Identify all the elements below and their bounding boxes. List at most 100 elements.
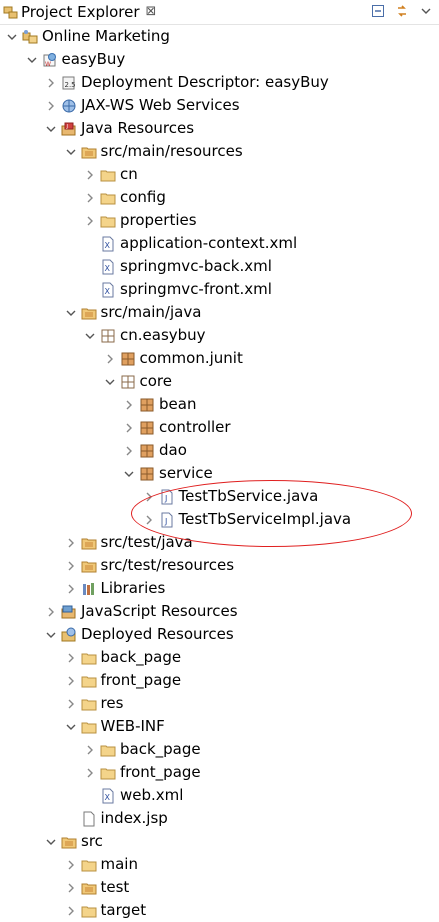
- source-folder-icon: [81, 538, 96, 550]
- tree-item-label: front_page: [100, 671, 182, 689]
- tree-item[interactable]: 2.5 Deployment Descriptor: easyBuy: [0, 71, 439, 94]
- tree-item[interactable]: WEB-INF: [0, 715, 439, 738]
- package-icon: [140, 444, 154, 458]
- chevron-right-icon[interactable]: [65, 652, 77, 664]
- tree-item[interactable]: common.junit: [0, 347, 439, 370]
- deployed-resources-icon: [61, 627, 76, 642]
- tree-item[interactable]: service: [0, 462, 439, 485]
- tree-item[interactable]: src/main/java: [0, 301, 439, 324]
- tree-item[interactable]: src/test/java: [0, 531, 439, 554]
- svg-text:X: X: [105, 793, 111, 802]
- package-empty-icon: [121, 375, 134, 389]
- chevron-right-icon[interactable]: [65, 698, 77, 710]
- tree-item[interactable]: bean: [0, 393, 439, 416]
- tree-item[interactable]: cn.easybuy: [0, 324, 439, 347]
- link-with-editor-icon[interactable]: [393, 2, 411, 20]
- chevron-right-icon[interactable]: [123, 445, 135, 457]
- chevron-right-icon[interactable]: [84, 767, 96, 779]
- svg-text:X: X: [105, 287, 111, 296]
- tree-item[interactable]: core: [0, 370, 439, 393]
- tree-item[interactable]: back_page: [0, 646, 439, 669]
- tree-item[interactable]: config: [0, 186, 439, 209]
- chevron-right-icon[interactable]: [65, 859, 77, 871]
- svg-text:X: X: [105, 264, 111, 273]
- tree-item[interactable]: Xspringmvc-front.xml: [0, 278, 439, 301]
- chevron-right-icon[interactable]: [84, 744, 96, 756]
- chevron-down-icon[interactable]: [26, 54, 38, 66]
- view-menu-icon[interactable]: [417, 2, 435, 20]
- close-icon[interactable]: ⊠: [146, 0, 157, 24]
- tree-item[interactable]: properties: [0, 209, 439, 232]
- tree-item[interactable]: controller: [0, 416, 439, 439]
- working-set-icon: [22, 30, 38, 44]
- tree-item[interactable]: dao: [0, 439, 439, 462]
- tree-item[interactable]: Deployed Resources: [0, 623, 439, 646]
- source-folder-icon: [81, 147, 96, 159]
- tree-item[interactable]: front_page: [0, 669, 439, 692]
- tree-item[interactable]: Libraries: [0, 577, 439, 600]
- chevron-down-icon[interactable]: [45, 629, 57, 641]
- tree-item[interactable]: index.jsp: [0, 807, 439, 830]
- tree-item[interactable]: JavaScript Resources: [0, 600, 439, 623]
- tree-item[interactable]: Xapplication-context.xml: [0, 232, 439, 255]
- chevron-down-icon[interactable]: [65, 146, 77, 158]
- chevron-right-icon[interactable]: [65, 882, 77, 894]
- tree-item-label: src/test/resources: [100, 556, 235, 574]
- tree-item[interactable]: src: [0, 830, 439, 853]
- chevron-right-icon[interactable]: [65, 583, 77, 595]
- chevron-down-icon[interactable]: [6, 31, 18, 43]
- tree-item[interactable]: J TestTbService.java: [0, 485, 439, 508]
- collapse-all-icon[interactable]: [369, 2, 387, 20]
- tree-item[interactable]: test: [0, 876, 439, 899]
- tree-item[interactable]: JAX-WS Web Services: [0, 94, 439, 117]
- chevron-right-icon[interactable]: [45, 606, 57, 618]
- java-file-icon: J: [161, 489, 172, 505]
- tree-item[interactable]: back_page: [0, 738, 439, 761]
- tree-item-label: main: [100, 855, 138, 873]
- chevron-down-icon[interactable]: [45, 123, 57, 135]
- tree-item[interactable]: main: [0, 853, 439, 876]
- chevron-right-icon[interactable]: [65, 905, 77, 917]
- chevron-right-icon[interactable]: [143, 491, 155, 503]
- chevron-down-icon[interactable]: [104, 376, 116, 388]
- chevron-right-icon[interactable]: [104, 353, 116, 365]
- tree-item[interactable]: front_page: [0, 761, 439, 784]
- chevron-right-icon[interactable]: [45, 77, 57, 89]
- tree-item[interactable]: res: [0, 692, 439, 715]
- chevron-down-icon[interactable]: [84, 330, 96, 342]
- tree-item[interactable]: Xweb.xml: [0, 784, 439, 807]
- tree-item-label: test: [100, 878, 130, 896]
- chevron-right-icon[interactable]: [84, 169, 96, 181]
- chevron-right-icon[interactable]: [123, 422, 135, 434]
- tree-item[interactable]: WeasyBuy: [0, 48, 439, 71]
- chevron-right-icon[interactable]: [84, 192, 96, 204]
- tree-item[interactable]: J TestTbServiceImpl.java: [0, 508, 439, 531]
- chevron-right-icon[interactable]: [45, 100, 57, 112]
- package-icon: [140, 421, 154, 435]
- tree-item[interactable]: src/main/resources: [0, 140, 439, 163]
- xml-file-icon: X: [102, 236, 114, 252]
- chevron-right-icon[interactable]: [84, 215, 96, 227]
- tree-item[interactable]: Online Marketing: [0, 25, 439, 48]
- tree-item-label: index.jsp: [100, 809, 168, 827]
- chevron-down-icon[interactable]: [45, 836, 57, 848]
- tree-item[interactable]: cn: [0, 163, 439, 186]
- tree-item-label: Libraries: [100, 579, 166, 597]
- tree-item[interactable]: src/test/resources: [0, 554, 439, 577]
- chevron-right-icon[interactable]: [123, 399, 135, 411]
- chevron-right-icon[interactable]: [65, 560, 77, 572]
- view-toolbar: [369, 2, 435, 20]
- chevron-down-icon[interactable]: [65, 721, 77, 733]
- chevron-right-icon[interactable]: [65, 675, 77, 687]
- chevron-down-icon[interactable]: [65, 307, 77, 319]
- chevron-down-icon[interactable]: [123, 468, 135, 480]
- tree-item-label: controller: [159, 418, 231, 436]
- tree-item[interactable]: J Java Resources: [0, 117, 439, 140]
- tree-item[interactable]: Xspringmvc-back.xml: [0, 255, 439, 278]
- chevron-right-icon[interactable]: [143, 514, 155, 526]
- chevron-right-icon[interactable]: [65, 537, 77, 549]
- source-folder-icon: [81, 883, 96, 895]
- tab-project-explorer[interactable]: Project Explorer ⊠: [0, 0, 156, 24]
- tree-item-label: src/main/java: [100, 303, 202, 321]
- tree-item-label: JAX-WS Web Services: [81, 96, 240, 114]
